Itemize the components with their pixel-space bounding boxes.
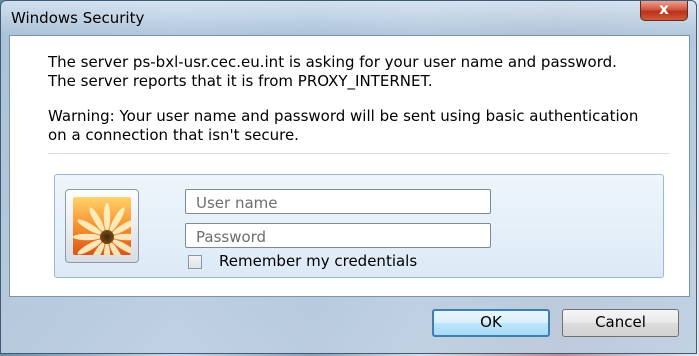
user-tile: [65, 189, 139, 263]
title-bar[interactable]: Windows Security x: [1, 0, 696, 35]
flower-user-picture-icon: [73, 197, 131, 255]
cancel-button[interactable]: Cancel: [562, 309, 679, 337]
security-warning: Warning: Your user name and password wil…: [48, 107, 639, 144]
window-title: Windows Security: [11, 9, 145, 27]
password-input[interactable]: [185, 223, 491, 248]
remember-credentials-label[interactable]: Remember my credentials: [219, 252, 417, 270]
ok-button[interactable]: OK: [432, 309, 550, 337]
dialog-content: The server ps-bxl-usr.cec.eu.int is aski…: [9, 35, 690, 297]
credential-panel: Remember my credentials: [54, 174, 664, 278]
username-input[interactable]: [185, 189, 491, 214]
server-message: The server ps-bxl-usr.cec.eu.int is aski…: [48, 53, 617, 90]
divider: [48, 153, 670, 154]
close-icon: x: [659, 0, 669, 18]
windows-security-dialog: Windows Security x The server ps-bxl-usr…: [0, 0, 697, 354]
remember-credentials-checkbox[interactable]: [188, 255, 202, 269]
close-button[interactable]: x: [640, 0, 688, 21]
